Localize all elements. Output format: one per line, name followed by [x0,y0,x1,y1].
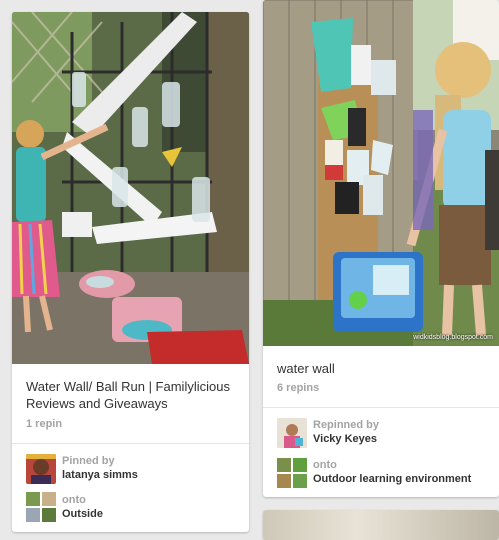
board-name[interactable]: Outside [62,508,103,520]
onto-label: onto [313,459,337,471]
repin-count[interactable]: 1 repin [26,418,62,430]
pin-card[interactable]: widkidsblog.blogspot.com water wall 6 re… [263,0,499,497]
pin-image[interactable] [12,12,249,364]
pinner-avatar[interactable] [277,418,307,448]
repin-count[interactable]: 6 repins [277,382,319,394]
pinner-name[interactable]: Vicky Keyes [313,433,377,445]
repinned-by-label: Repinned by [313,419,380,431]
pin-image[interactable]: widkidsblog.blogspot.com [263,0,499,346]
board-name[interactable]: Outdoor learning environment [313,473,471,485]
pin-card[interactable] [263,510,499,540]
pin-card[interactable]: Water Wall/ Ball Run | Familylicious Rev… [12,12,249,532]
board-thumbnail[interactable] [277,458,307,488]
pinner-avatar[interactable] [26,454,56,484]
board-thumbnail[interactable] [26,492,56,522]
pin-title[interactable]: water wall [277,360,489,377]
pin-title[interactable]: Water Wall/ Ball Run | Familylicious Rev… [26,378,239,412]
pinner-name[interactable]: latanya simms [62,469,138,481]
divider [263,407,499,408]
pinned-by-label: Pinned by [62,455,115,467]
pin-image[interactable] [263,510,499,540]
divider [12,443,249,444]
photo-watermark: widkidsblog.blogspot.com [413,334,493,341]
onto-label: onto [62,494,86,506]
